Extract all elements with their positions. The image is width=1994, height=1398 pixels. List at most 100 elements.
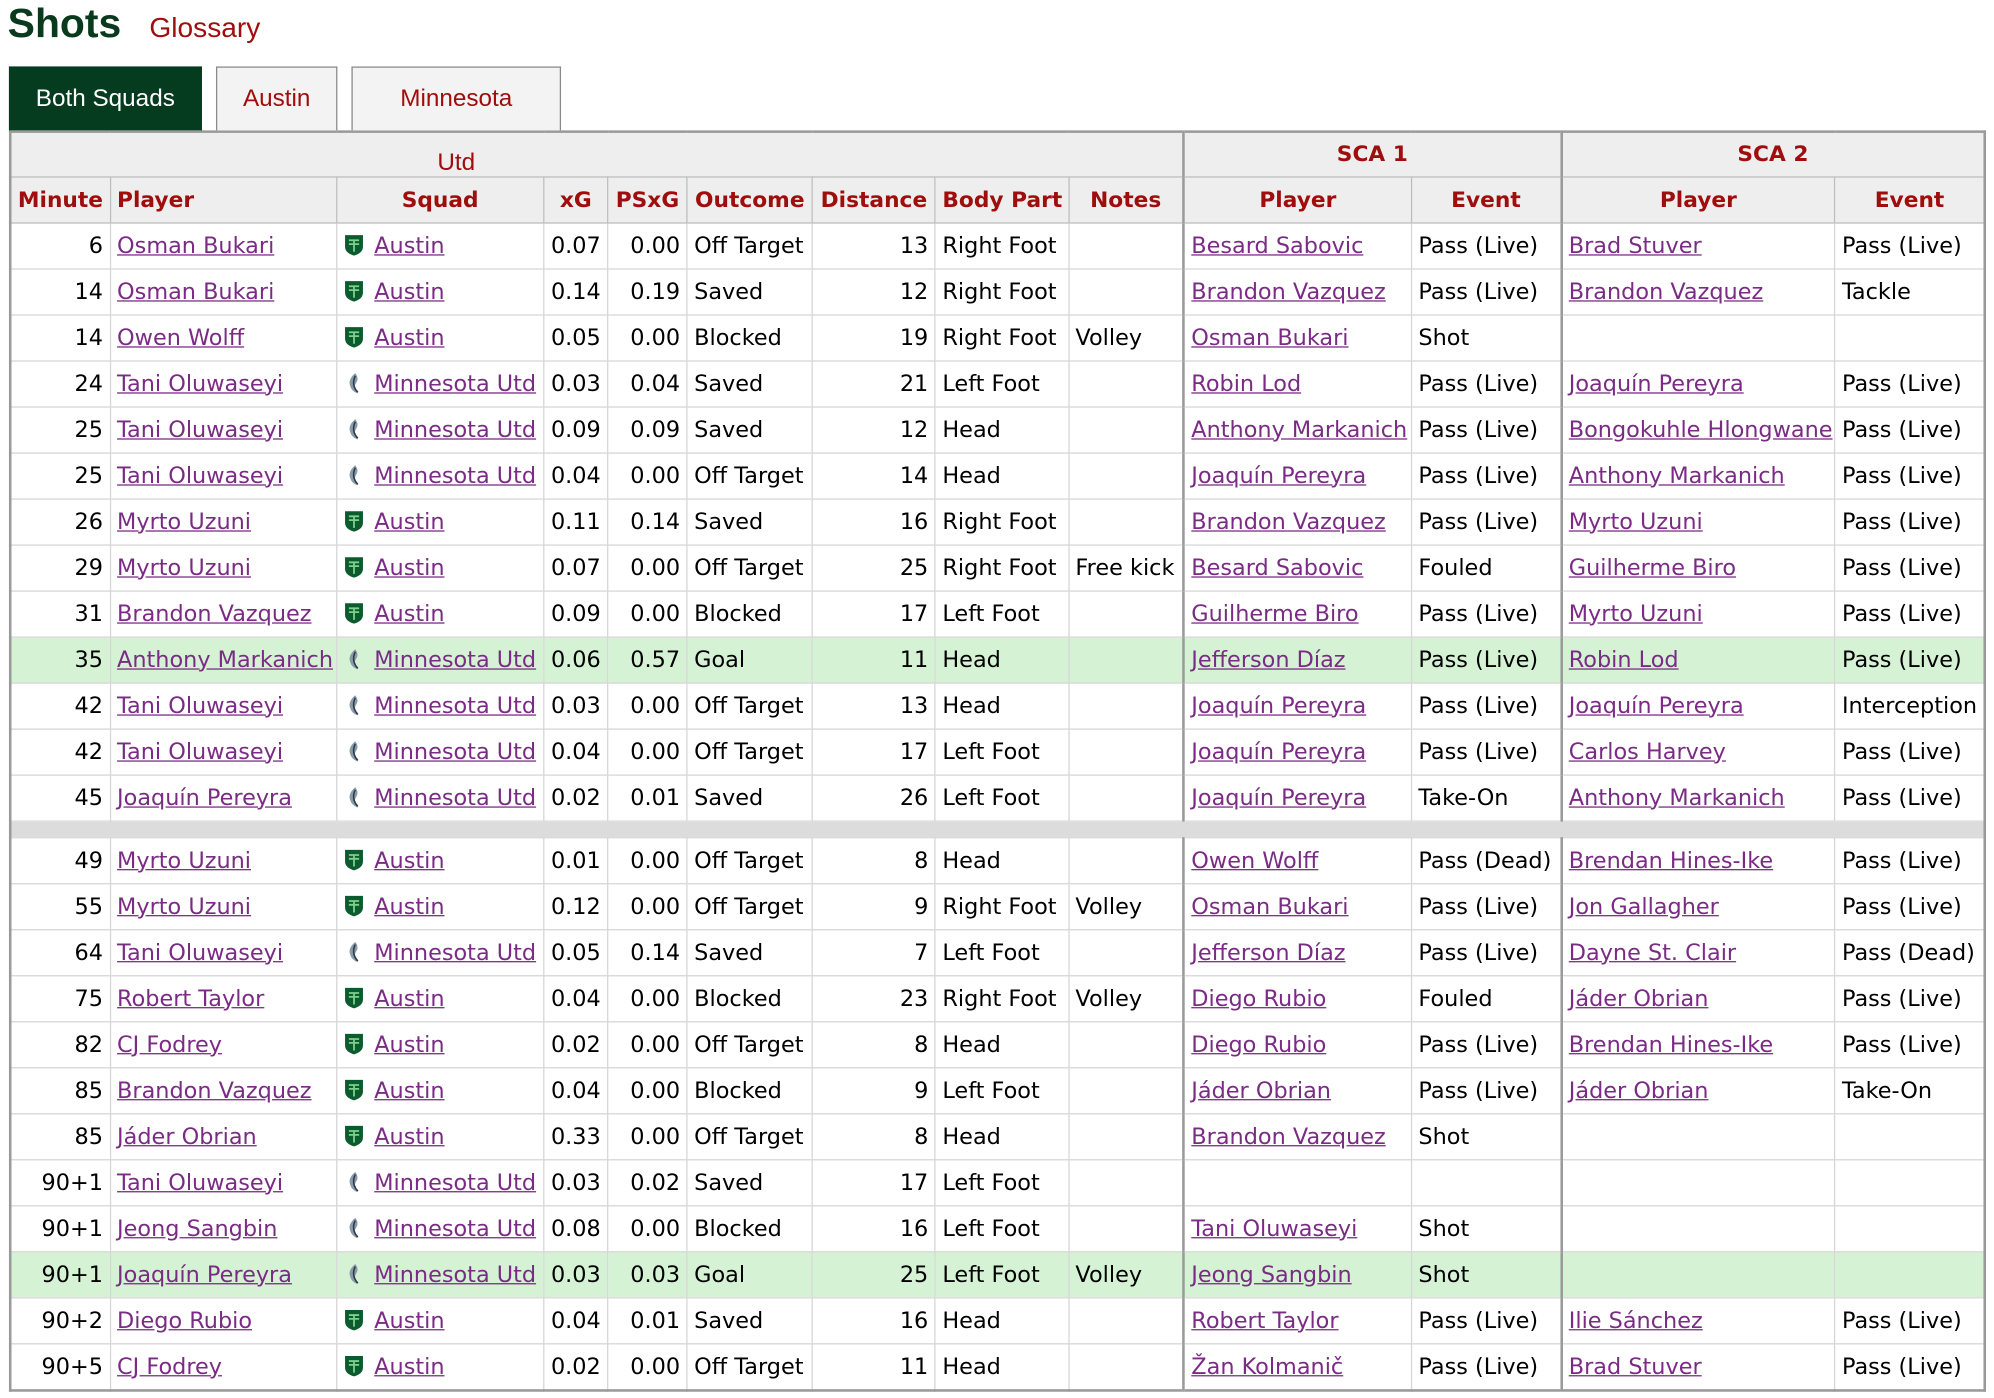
player-link[interactable]: Osman Bukari xyxy=(117,279,274,305)
col-minute[interactable]: Minute xyxy=(9,176,111,224)
squad-link[interactable]: Minnesota Utd xyxy=(374,1216,536,1242)
player-link[interactable]: Joaquín Pereyra xyxy=(117,1262,292,1288)
sca2-player-link[interactable]: Brendan Hines-Ike xyxy=(1569,848,1773,874)
player-link[interactable]: CJ Fodrey xyxy=(117,1354,222,1380)
sca2-player-link[interactable]: Jáder Obrian xyxy=(1569,1078,1709,1104)
squad-link[interactable]: Minnesota Utd xyxy=(374,647,536,673)
sca2-player-link[interactable]: Ilie Sánchez xyxy=(1569,1308,1703,1334)
player-link[interactable]: Myrto Uzuni xyxy=(117,555,251,581)
sca1-player-link[interactable]: Anthony Markanich xyxy=(1191,417,1407,443)
player-link[interactable]: Tani Oluwaseyi xyxy=(117,693,283,719)
player-link[interactable]: Myrto Uzuni xyxy=(117,509,251,535)
squad-link[interactable]: Minnesota Utd xyxy=(374,1262,536,1288)
squad-link[interactable]: Minnesota Utd xyxy=(374,739,536,765)
squad-link[interactable]: Austin xyxy=(374,1354,444,1380)
player-link[interactable]: Brandon Vazquez xyxy=(117,1078,311,1104)
squad-link[interactable]: Austin xyxy=(374,555,444,581)
sca2-player-link[interactable]: Myrto Uzuni xyxy=(1569,509,1703,535)
squad-link[interactable]: Austin xyxy=(374,894,444,920)
sca1-player-link[interactable]: Joaquín Pereyra xyxy=(1191,693,1366,719)
sca1-player-link[interactable]: Joaquín Pereyra xyxy=(1191,785,1366,811)
player-link[interactable]: Myrto Uzuni xyxy=(117,894,251,920)
squad-link[interactable]: Austin xyxy=(374,509,444,535)
squad-link[interactable]: Minnesota Utd xyxy=(374,940,536,966)
player-link[interactable]: Owen Wolff xyxy=(117,325,244,351)
player-link[interactable]: Tani Oluwaseyi xyxy=(117,1170,283,1196)
sca1-player-link[interactable]: Žan Kolmanič xyxy=(1191,1354,1343,1380)
squad-link[interactable]: Minnesota Utd xyxy=(374,693,536,719)
sca1-player-link[interactable]: Jefferson Díaz xyxy=(1191,647,1345,673)
sca1-player-link[interactable]: Guilherme Biro xyxy=(1191,601,1358,627)
player-link[interactable]: Tani Oluwaseyi xyxy=(117,739,283,765)
player-link[interactable]: Tani Oluwaseyi xyxy=(117,463,283,489)
sca1-player-link[interactable]: Joaquín Pereyra xyxy=(1191,739,1366,765)
col-player[interactable]: Player xyxy=(109,176,338,224)
col-sca2-event[interactable]: Event xyxy=(1834,176,1986,224)
squad-link[interactable]: Austin xyxy=(374,1308,444,1334)
col-outcome[interactable]: Outcome xyxy=(686,176,814,224)
sca2-player-link[interactable]: Anthony Markanich xyxy=(1569,463,1785,489)
player-link[interactable]: Myrto Uzuni xyxy=(117,848,251,874)
sca2-player-link[interactable]: Robin Lod xyxy=(1569,647,1679,673)
sca1-player-link[interactable]: Jeong Sangbin xyxy=(1191,1262,1351,1288)
sca2-player-link[interactable]: Brandon Vazquez xyxy=(1569,279,1763,305)
sca2-player-link[interactable]: Dayne St. Clair xyxy=(1569,940,1736,966)
player-link[interactable]: Osman Bukari xyxy=(117,233,274,259)
player-link[interactable]: Jeong Sangbin xyxy=(117,1216,277,1242)
tab-minnesota-utd[interactable]: Minnesota Utd xyxy=(351,66,562,176)
col-body-part[interactable]: Body Part xyxy=(934,176,1070,224)
sca1-player-link[interactable]: Jáder Obrian xyxy=(1191,1078,1331,1104)
sca2-player-link[interactable]: Brendan Hines-Ike xyxy=(1569,1032,1773,1058)
col-sca1-player[interactable]: Player xyxy=(1182,176,1413,224)
col-sca2-player[interactable]: Player xyxy=(1559,176,1836,224)
sca2-player-link[interactable]: Joaquín Pereyra xyxy=(1569,693,1744,719)
squad-link[interactable]: Austin xyxy=(374,325,444,351)
sca2-player-link[interactable]: Anthony Markanich xyxy=(1569,785,1785,811)
squad-link[interactable]: Minnesota Utd xyxy=(374,417,536,443)
sca1-player-link[interactable]: Diego Rubio xyxy=(1191,1032,1326,1058)
player-link[interactable]: Robert Taylor xyxy=(117,986,264,1012)
squad-link[interactable]: Minnesota Utd xyxy=(374,785,536,811)
col-psxg[interactable]: PSxG xyxy=(607,176,688,224)
sca2-player-link[interactable]: Jon Gallagher xyxy=(1569,894,1719,920)
squad-link[interactable]: Minnesota Utd xyxy=(374,371,536,397)
sca2-player-link[interactable]: Carlos Harvey xyxy=(1569,739,1726,765)
tab-austin[interactable]: Austin xyxy=(215,66,338,131)
sca1-player-link[interactable]: Brandon Vazquez xyxy=(1191,509,1385,535)
squad-link[interactable]: Minnesota Utd xyxy=(374,1170,536,1196)
squad-link[interactable]: Minnesota Utd xyxy=(374,463,536,489)
player-link[interactable]: Jáder Obrian xyxy=(117,1124,257,1150)
sca1-player-link[interactable]: Osman Bukari xyxy=(1191,894,1348,920)
sca1-player-link[interactable]: Brandon Vazquez xyxy=(1191,279,1385,305)
sca1-player-link[interactable]: Robin Lod xyxy=(1191,371,1301,397)
player-link[interactable]: CJ Fodrey xyxy=(117,1032,222,1058)
player-link[interactable]: Tani Oluwaseyi xyxy=(117,371,283,397)
sca1-player-link[interactable]: Besard Sabovic xyxy=(1191,555,1363,581)
squad-link[interactable]: Austin xyxy=(374,1078,444,1104)
sca2-player-link[interactable]: Brad Stuver xyxy=(1569,233,1702,259)
sca2-player-link[interactable]: Bongokuhle Hlongwane xyxy=(1569,417,1833,443)
player-link[interactable]: Tani Oluwaseyi xyxy=(117,417,283,443)
sca1-player-link[interactable]: Osman Bukari xyxy=(1191,325,1348,351)
player-link[interactable]: Anthony Markanich xyxy=(117,647,333,673)
col-notes[interactable]: Notes xyxy=(1067,176,1185,224)
squad-link[interactable]: Austin xyxy=(374,1032,444,1058)
sca1-player-link[interactable]: Robert Taylor xyxy=(1191,1308,1338,1334)
squad-link[interactable]: Austin xyxy=(374,1124,444,1150)
player-link[interactable]: Brandon Vazquez xyxy=(117,601,311,627)
player-link[interactable]: Joaquín Pereyra xyxy=(117,785,292,811)
col-xg[interactable]: xG xyxy=(543,176,609,224)
glossary-link[interactable]: Glossary xyxy=(149,12,260,45)
sca1-player-link[interactable]: Besard Sabovic xyxy=(1191,233,1363,259)
sca2-player-link[interactable]: Brad Stuver xyxy=(1569,1354,1702,1380)
squad-link[interactable]: Austin xyxy=(374,279,444,305)
squad-link[interactable]: Austin xyxy=(374,233,444,259)
sca2-player-link[interactable]: Guilherme Biro xyxy=(1569,555,1736,581)
sca1-player-link[interactable]: Brandon Vazquez xyxy=(1191,1124,1385,1150)
tab-both-squads[interactable]: Both Squads xyxy=(8,66,202,131)
sca1-player-link[interactable]: Diego Rubio xyxy=(1191,986,1326,1012)
sca1-player-link[interactable]: Jefferson Díaz xyxy=(1191,940,1345,966)
col-sca1-event[interactable]: Event xyxy=(1410,176,1562,224)
squad-link[interactable]: Austin xyxy=(374,986,444,1012)
squad-link[interactable]: Austin xyxy=(374,601,444,627)
